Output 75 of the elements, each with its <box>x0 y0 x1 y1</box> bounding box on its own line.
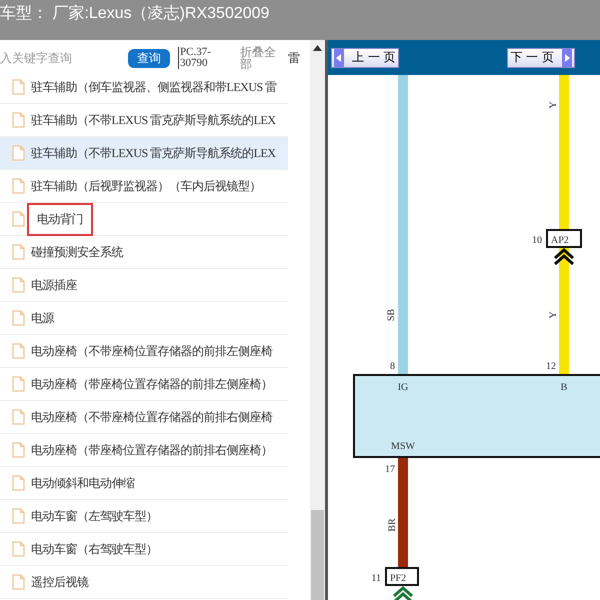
scrollbar-thumb[interactable] <box>311 510 324 600</box>
tree-item[interactable]: 电动座椅（不带座椅位置存储器的前排右侧座椅 <box>0 401 288 434</box>
connector-box <box>385 567 419 586</box>
pin-number: 17 <box>385 464 395 475</box>
next-page-button[interactable]: 下 一 页 <box>507 48 575 68</box>
pin-number: 10 <box>532 235 542 246</box>
tree-item-label: 电动车窗（右驾驶车型） <box>30 540 158 558</box>
wire-code: SB <box>386 308 397 322</box>
tree-item-label: 电动车窗（左驾驶车型） <box>30 508 158 524</box>
document-icon <box>12 145 25 161</box>
chevron-icon <box>392 586 414 600</box>
document-icon <box>12 409 25 425</box>
document-icon <box>12 541 25 557</box>
code-text: PC.37-30790 <box>178 47 228 69</box>
document-icon <box>12 376 25 392</box>
terminal-name: MSW <box>391 441 415 452</box>
tree-item[interactable]: 电动座椅（带座椅位置存储器的前排右侧座椅） <box>0 434 288 467</box>
tree-item[interactable]: 电动车窗（右驾驶车型） <box>0 533 288 566</box>
tree-item-label: 遥控后视镜 <box>30 574 90 590</box>
tree-item-label: 电动座椅（不带座椅位置存储器的前排左侧座椅 <box>30 342 274 360</box>
document-icon <box>12 475 25 491</box>
tree-item[interactable]: 碰撞预测安全系统 <box>0 236 288 269</box>
document-icon <box>12 310 25 326</box>
tree-item[interactable]: 电动座椅（不带座椅位置存储器的前排左侧座椅 <box>0 335 288 368</box>
terminal-name: IG <box>398 382 408 393</box>
collapse-all-link[interactable]: 折叠全部 <box>240 46 280 70</box>
tree-item-label: 电源 <box>30 310 56 326</box>
tree-item[interactable]: 电源插座 <box>0 269 288 302</box>
tree-item[interactable]: 电动背门 <box>0 203 288 236</box>
scrollbar[interactable] <box>310 40 325 600</box>
tree-item-label: 电动座椅（带座椅位置存储器的前排左侧座椅） <box>30 376 274 392</box>
wire-code: BR <box>387 518 398 532</box>
tree-item[interactable]: 驻车辅助（不带LEXUS 雷克萨斯导航系统的LEX <box>0 137 288 170</box>
column-header: 雷 <box>288 50 300 66</box>
pin-number: 11 <box>371 573 381 584</box>
document-icon <box>12 277 25 293</box>
document-icon <box>12 178 25 194</box>
wire-code: Y <box>548 101 559 109</box>
tree-item-label: 电动背门 <box>27 202 93 236</box>
connector-code: PF2 <box>390 573 406 584</box>
scroll-up-icon[interactable] <box>313 45 322 51</box>
wire-code: Y <box>548 311 559 319</box>
tree-item-label: 驻车辅助（不带LEXUS 雷克萨斯导航系统的LEX <box>30 112 277 128</box>
document-icon <box>12 442 25 458</box>
connector-box <box>546 229 582 248</box>
pin-number: 12 <box>546 361 556 372</box>
previous-page-button[interactable]: 上 一 页 <box>331 48 399 68</box>
document-icon <box>12 574 25 590</box>
chevron-icon <box>554 248 574 266</box>
tree-item[interactable]: 电动座椅（带座椅位置存储器的前排左侧座椅） <box>0 368 288 401</box>
document-icon <box>12 79 25 95</box>
tree-item[interactable]: 电动倾斜和电动伸缩 <box>0 467 288 500</box>
tree-item-label: 驻车辅助（后视野监视器）（车内后视镜型） <box>30 178 262 194</box>
document-icon <box>12 508 25 524</box>
tree-item-label: 电动倾斜和电动伸缩 <box>30 474 136 492</box>
document-icon <box>12 244 25 260</box>
tree-item[interactable]: 电源 <box>0 302 288 335</box>
connector-code: AP2 <box>551 235 569 246</box>
document-icon <box>12 112 25 128</box>
tree-item-label: 驻车辅助（倒车监视器、侧监视器和带LEXUS 雷 <box>30 78 278 96</box>
tree-item-label: 电动座椅（不带座椅位置存储器的前排右侧座椅 <box>30 408 274 426</box>
pin-number: 8 <box>390 361 395 372</box>
tree-item[interactable]: 驻车辅助（后视野监视器）（车内后视镜型） <box>0 170 288 203</box>
tree-item-label: 驻车辅助（不带LEXUS 雷克萨斯导航系统的LEX <box>30 144 277 162</box>
document-icon <box>12 343 25 359</box>
document-icon <box>12 211 25 227</box>
tree-item[interactable]: 驻车辅助（倒车监视器、侧监视器和带LEXUS 雷 <box>0 76 288 104</box>
search-button[interactable]: 查询 <box>128 48 170 68</box>
tree-item[interactable]: 电动车窗（左驾驶车型） <box>0 500 288 533</box>
tree-item-label: 碰撞预测安全系统 <box>30 244 124 260</box>
tree-item-label: 电动座椅（带座椅位置存储器的前排右侧座椅） <box>30 442 274 458</box>
terminal-name: B <box>560 382 568 393</box>
tree-item-label: 电源插座 <box>30 276 78 294</box>
window-title: 车型： 厂家:Lexus（凌志)RX3502009 <box>0 4 270 24</box>
tree-item[interactable]: 遥控后视镜 <box>0 566 288 599</box>
